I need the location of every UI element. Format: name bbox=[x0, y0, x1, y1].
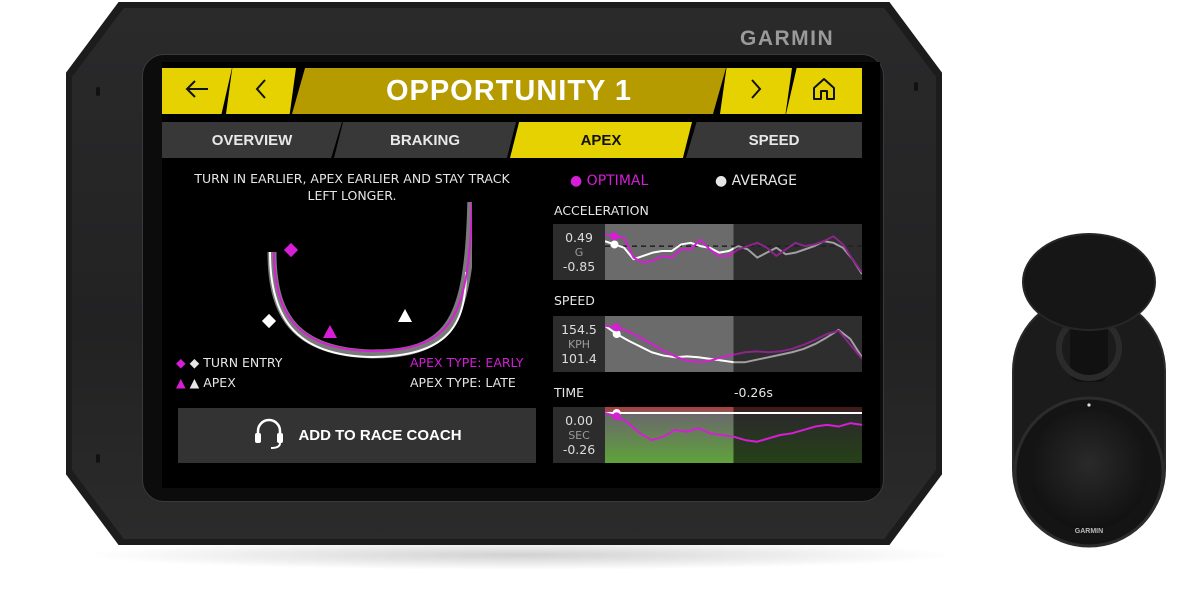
coaching-hint: TURN IN EARLIER, APEX EARLIER AND STAY T… bbox=[194, 171, 510, 203]
speed-chart: 154.5 KPH 101.4 bbox=[553, 316, 862, 372]
plot-dim-overlay bbox=[733, 316, 862, 372]
unit-label: G bbox=[574, 245, 584, 259]
tab-apex[interactable]: APEX bbox=[510, 122, 692, 158]
legend-apex: ▲ ▲ APEX bbox=[176, 375, 236, 390]
tab-label: SPEED bbox=[748, 131, 800, 149]
tab-speed[interactable]: SPEED bbox=[686, 122, 862, 158]
dot-icon: ● bbox=[570, 173, 583, 189]
camera-lens bbox=[1029, 410, 1149, 530]
time-delta-label: -0.26s bbox=[734, 385, 773, 400]
y-axis-labels: 0.00 SEC -0.26 bbox=[553, 407, 605, 463]
acceleration-title: ACCELERATION bbox=[554, 203, 649, 218]
y-max-label: 0.00 bbox=[565, 412, 593, 428]
y-max-label: 0.49 bbox=[565, 229, 593, 245]
series-marker-average bbox=[610, 240, 619, 249]
triangle-icon: ▲ bbox=[189, 375, 200, 390]
brand-logo: GARMIN bbox=[740, 27, 835, 50]
tab-label: OVERVIEW bbox=[211, 131, 293, 149]
speed-title: SPEED bbox=[554, 293, 595, 308]
time-title: TIME bbox=[554, 385, 585, 400]
y-axis-labels: 0.49 G -0.85 bbox=[553, 224, 605, 280]
next-button[interactable] bbox=[720, 68, 792, 114]
tab-label: BRAKING bbox=[390, 131, 460, 149]
add-to-race-coach-button[interactable]: ADD TO RACE COACH bbox=[178, 408, 536, 463]
y-axis-labels: 154.5 KPH 101.4 bbox=[553, 316, 605, 372]
sensor-left-top bbox=[96, 87, 100, 96]
time-plot bbox=[605, 407, 862, 463]
arrow-left-icon bbox=[184, 77, 210, 105]
acceleration-chart: 0.49 G -0.85 bbox=[553, 224, 862, 280]
y-min-label: -0.85 bbox=[562, 258, 596, 274]
y-max-label: 154.5 bbox=[561, 321, 597, 337]
diamond-icon: ◆ bbox=[176, 355, 186, 370]
unit-label: KPH bbox=[567, 337, 591, 351]
plot-dim-overlay bbox=[733, 224, 862, 280]
unit-label: SEC bbox=[568, 428, 590, 442]
status-led bbox=[1087, 403, 1091, 407]
optimal-turn-entry-marker bbox=[283, 242, 299, 258]
average-apex-marker bbox=[398, 309, 412, 322]
tab-braking[interactable]: BRAKING bbox=[334, 122, 516, 158]
series-marker-optimal bbox=[612, 323, 621, 332]
speed-plot bbox=[605, 316, 862, 372]
tab-label: APEX bbox=[580, 131, 622, 149]
legend-turn-entry: ◆ ◆ TURN ENTRY bbox=[176, 355, 283, 370]
prev-button[interactable] bbox=[226, 68, 296, 114]
apex-type-optimal: APEX TYPE: EARLY bbox=[410, 355, 524, 370]
camera-brand: GARMIN bbox=[1075, 528, 1103, 535]
back-button[interactable] bbox=[162, 68, 232, 114]
headset-icon bbox=[252, 418, 286, 454]
home-icon bbox=[811, 76, 837, 106]
average-turn-entry-marker bbox=[261, 313, 277, 329]
chevron-left-icon bbox=[254, 78, 268, 104]
diamond-icon: ◆ bbox=[189, 355, 200, 370]
plot-dim-region bbox=[733, 407, 862, 463]
coach-button-label: ADD TO RACE COACH bbox=[298, 427, 462, 444]
time-chart: 0.00 SEC -0.26 bbox=[553, 407, 862, 463]
dash-camera: GARMIN bbox=[1012, 233, 1166, 548]
apex-type-average: APEX TYPE: LATE bbox=[410, 375, 516, 390]
screen: OPPORTUNITY 1 OVERVIEW BRAKING APEX SPEE… bbox=[162, 62, 880, 488]
dot-icon: ● bbox=[715, 173, 728, 189]
acceleration-plot bbox=[605, 224, 862, 280]
series-marker-optimal bbox=[610, 232, 619, 241]
mount-disc bbox=[1022, 233, 1156, 331]
series-marker-optimal bbox=[612, 412, 621, 421]
plot-highlight-region bbox=[605, 316, 734, 372]
legend-average: ● AVERAGE bbox=[715, 173, 797, 189]
home-button[interactable] bbox=[786, 68, 862, 114]
y-min-label: 101.4 bbox=[561, 350, 597, 366]
legend-optimal: ● OPTIMAL bbox=[570, 173, 649, 189]
page-title: OPPORTUNITY 1 bbox=[292, 68, 726, 114]
sensor-left-bottom bbox=[96, 454, 100, 463]
y-min-label: -0.26 bbox=[562, 441, 596, 457]
tab-overview[interactable]: OVERVIEW bbox=[162, 122, 342, 158]
chevron-right-icon bbox=[749, 78, 763, 104]
triangle-icon: ▲ bbox=[176, 375, 186, 390]
optimal-apex-marker bbox=[323, 325, 337, 338]
header-bar: OPPORTUNITY 1 bbox=[162, 68, 880, 114]
sensor-right bbox=[914, 82, 918, 91]
